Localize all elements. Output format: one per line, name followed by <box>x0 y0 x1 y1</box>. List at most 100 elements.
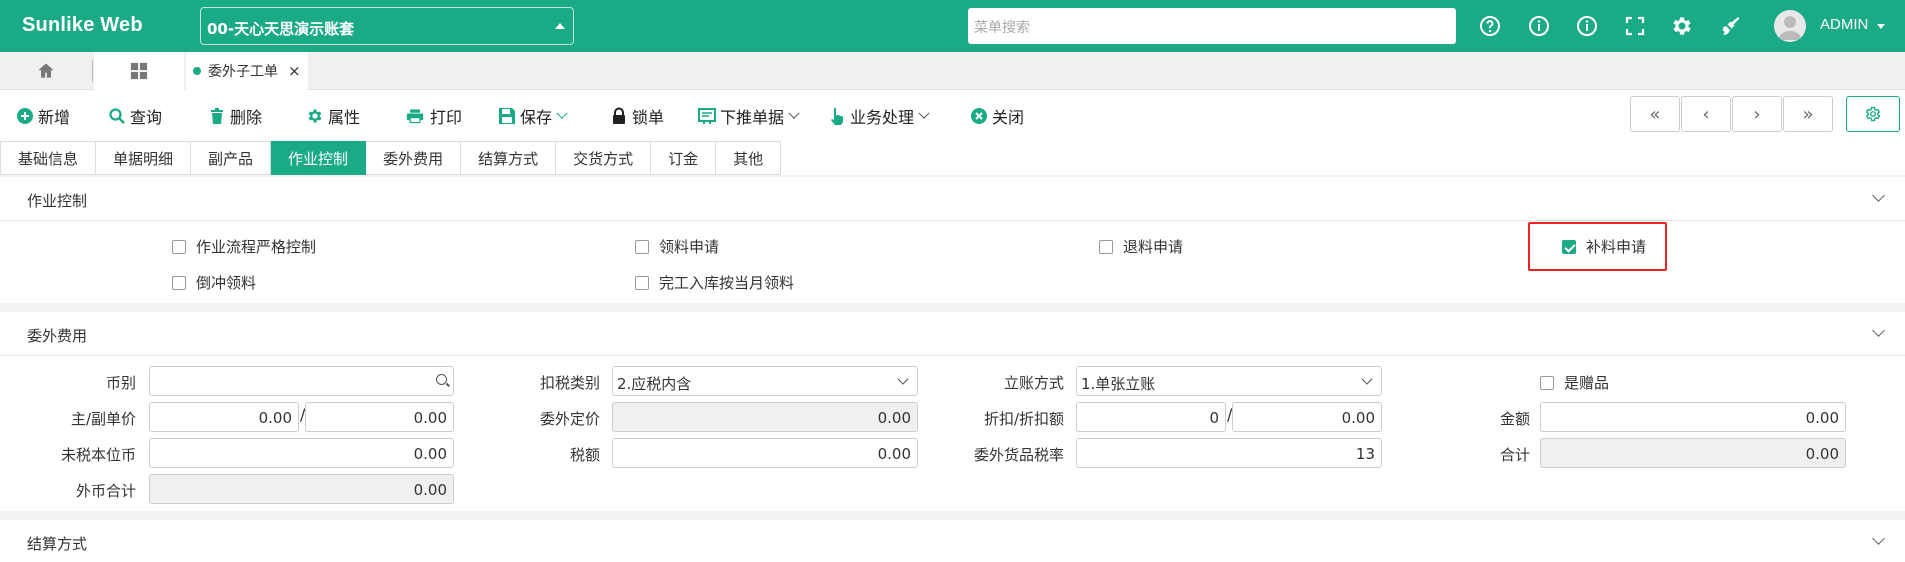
save-button[interactable]: 保存 <box>498 104 568 128</box>
plus-circle-icon <box>16 107 34 125</box>
caret-up-icon <box>555 23 565 29</box>
active-dot-icon <box>193 67 201 75</box>
tab-outsource-fee[interactable]: 委外费用 <box>366 141 462 175</box>
checkbox-monthly-issue[interactable]: 完工入库按当月领料 <box>635 272 794 293</box>
info-icon[interactable] <box>1527 14 1551 38</box>
first-record-button[interactable]: « <box>1630 96 1680 132</box>
tab-basic-info[interactable]: 基础信息 <box>0 141 97 175</box>
chevron-down-icon <box>897 373 909 385</box>
home-icon <box>38 63 54 78</box>
caret-down-icon[interactable] <box>1877 24 1885 29</box>
section-gap <box>0 303 1905 312</box>
user-name[interactable]: ADMIN <box>1820 16 1868 33</box>
goods-tax-rate-label: 委外货品税率 <box>973 446 1064 464</box>
checkbox-box[interactable] <box>172 275 186 290</box>
section-title: 作业控制 <box>27 192 88 210</box>
lock-icon <box>610 107 628 125</box>
last-record-button[interactable]: » <box>1783 96 1833 132</box>
tax-input[interactable]: 0.00 <box>612 438 918 468</box>
checkbox-label: 领料申请 <box>659 238 720 256</box>
app-grid-tab[interactable] <box>94 52 184 90</box>
push-down-button[interactable]: 下推单据 <box>698 104 800 128</box>
section-header-job-control[interactable]: 作业控制 <box>0 177 1905 221</box>
settings-icon[interactable] <box>1670 14 1694 38</box>
next-record-button[interactable]: › <box>1732 96 1782 132</box>
checkbox-label: 退料申请 <box>1123 238 1184 256</box>
chevron-down-icon[interactable] <box>1872 324 1885 337</box>
help-icon[interactable] <box>1478 14 1502 38</box>
info-alt-icon[interactable] <box>1575 14 1599 38</box>
new-button[interactable]: 新增 <box>16 104 70 128</box>
tab-byproducts[interactable]: 副产品 <box>191 141 272 175</box>
account-name: 00-天心天思演示账套 <box>207 20 355 38</box>
chevron-down-icon[interactable] <box>1872 532 1885 545</box>
settings-button[interactable] <box>1846 96 1900 132</box>
trash-icon <box>208 107 226 125</box>
divider <box>92 60 93 82</box>
tab-outsource-sub-order[interactable]: 委外子工单 × <box>186 52 308 90</box>
printer-icon <box>404 107 426 125</box>
main-unit-price-input[interactable]: 0.00 <box>149 402 299 432</box>
checkbox-is-gift[interactable]: 是赠品 <box>1540 372 1609 393</box>
close-button[interactable]: 关闭 <box>970 104 1024 128</box>
checkbox-box[interactable] <box>1099 239 1113 254</box>
tab-other[interactable]: 其他 <box>716 141 782 175</box>
search-icon[interactable] <box>436 374 447 385</box>
hand-pointer-icon <box>828 107 846 125</box>
tab-job-control[interactable]: 作业控制 <box>271 141 367 175</box>
delete-button[interactable]: 删除 <box>208 104 262 128</box>
print-button[interactable]: 打印 <box>404 104 462 128</box>
print-label: 打印 <box>430 108 463 127</box>
fullscreen-icon[interactable] <box>1623 14 1647 38</box>
tab-delivery[interactable]: 交货方式 <box>556 141 652 175</box>
discount-amount-input[interactable]: 0.00 <box>1232 402 1382 432</box>
chevron-down-icon <box>788 107 800 119</box>
checkbox-box[interactable] <box>635 239 649 254</box>
new-label: 新增 <box>38 108 71 127</box>
tab-settlement[interactable]: 结算方式 <box>461 141 557 175</box>
checkbox-material-request[interactable]: 领料申请 <box>635 236 719 257</box>
save-label: 保存 <box>520 108 553 127</box>
checkbox-box[interactable] <box>635 275 649 290</box>
checkbox-box[interactable] <box>1540 375 1554 390</box>
tab-details[interactable]: 单据明细 <box>96 141 192 175</box>
amount-input[interactable]: 0.00 <box>1540 402 1846 432</box>
avatar[interactable] <box>1774 10 1806 42</box>
untaxed-local-input[interactable]: 0.00 <box>149 438 454 468</box>
tab-bar: 委外子工单 × <box>0 52 1905 90</box>
goods-tax-rate-input[interactable]: 13 <box>1076 438 1382 468</box>
chevron-down-icon[interactable] <box>1872 189 1885 202</box>
tax-type-select[interactable]: 2.应税内含 <box>612 366 918 396</box>
close-icon[interactable]: × <box>288 62 301 80</box>
foreign-total-input: 0.00 <box>149 474 454 504</box>
account-mode-select[interactable]: 1.单张立账 <box>1076 366 1382 396</box>
account-selector[interactable]: 00-天心天思演示账套 <box>200 7 574 45</box>
home-tab[interactable] <box>0 52 92 90</box>
foreign-total-label: 外币合计 <box>75 482 136 500</box>
query-button[interactable]: 查询 <box>108 104 162 128</box>
document-list-icon <box>698 107 716 125</box>
chevron-down-icon <box>1361 373 1373 385</box>
tab-deposit[interactable]: 订金 <box>651 141 717 175</box>
form-tabs: 基础信息 单据明细 副产品 作业控制 委外费用 结算方式 交货方式 订金 其他 <box>0 141 782 175</box>
checkbox-box[interactable] <box>172 239 186 254</box>
currency-input[interactable] <box>149 366 454 396</box>
prev-record-button[interactable]: ‹ <box>1681 96 1731 132</box>
currency-label: 币别 <box>105 374 136 392</box>
menu-search-input[interactable]: 菜单搜索 <box>968 8 1456 44</box>
unit-price-label: 主/副单价 <box>70 410 136 428</box>
gear-icon <box>306 107 324 125</box>
checkbox-backflush[interactable]: 倒冲领料 <box>172 272 256 293</box>
clean-icon[interactable] <box>1718 14 1742 38</box>
lock-button[interactable]: 锁单 <box>610 104 664 128</box>
checkbox-label: 是赠品 <box>1564 374 1610 392</box>
close-circle-icon <box>970 107 988 125</box>
business-button[interactable]: 业务处理 <box>828 104 930 128</box>
properties-button[interactable]: 属性 <box>306 104 360 128</box>
section-header-outsource-fee[interactable]: 委外费用 <box>0 312 1905 356</box>
discount-rate-input[interactable]: 0 <box>1076 402 1226 432</box>
sub-unit-price-input[interactable]: 0.00 <box>305 402 454 432</box>
checkbox-strict-flow[interactable]: 作业流程严格控制 <box>172 236 316 257</box>
checkbox-return-request[interactable]: 退料申请 <box>1099 236 1183 257</box>
section-header-settlement[interactable]: 结算方式 <box>0 520 1905 562</box>
